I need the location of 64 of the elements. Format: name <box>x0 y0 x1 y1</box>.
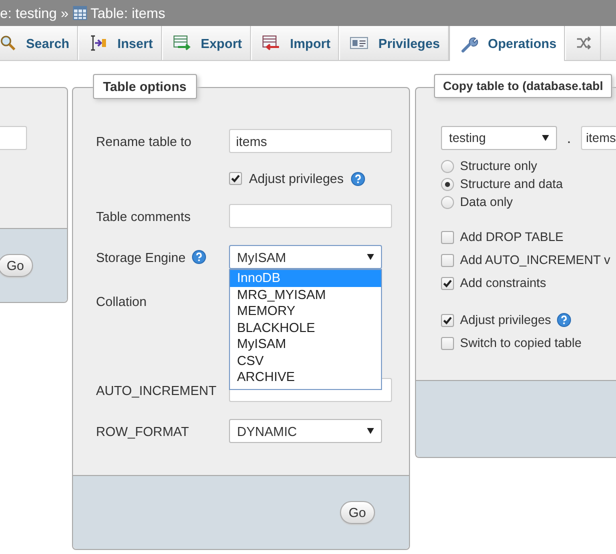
tab[interactable]: Privileges <box>339 26 449 60</box>
wrench-icon <box>460 34 478 52</box>
checkbox[interactable] <box>441 230 454 244</box>
table-arrow-icon <box>89 35 108 51</box>
panel-title: Table options <box>93 74 197 99</box>
checkbox[interactable] <box>441 254 454 266</box>
tab[interactable]: Search <box>0 26 78 60</box>
dropdown-option[interactable]: BLACKHOLE <box>230 320 381 336</box>
caret-icon <box>367 254 374 260</box>
text-field[interactable]: items <box>581 126 616 150</box>
radio-button[interactable] <box>441 178 454 190</box>
radio-label: Structure only <box>460 159 538 173</box>
radio-button[interactable] <box>441 160 454 172</box>
table-icon <box>72 6 86 20</box>
field-label: AUTO_INCREMENT <box>96 382 216 398</box>
radio-label: Data only <box>460 195 513 209</box>
search-icon <box>0 35 16 51</box>
field-label: Table comments <box>96 208 191 224</box>
table-arrow-icon <box>262 35 280 51</box>
field-label: Storage Engine <box>96 250 186 264</box>
select-field[interactable]: DYNAMIC <box>229 419 382 443</box>
dropdown-option[interactable]: ARCHIVE <box>230 369 381 386</box>
checkbox-label: Add DROP TABLE <box>460 230 564 244</box>
id-card-icon <box>350 36 368 50</box>
text-field[interactable]: items <box>229 129 392 153</box>
breadcrumb-link[interactable]: e: testing » <box>0 5 68 21</box>
checkbox-label: Adjust privileges <box>460 313 552 327</box>
panel-title: Copy table to (database.tabl <box>434 74 612 98</box>
breadcrumb-link[interactable]: Table: items <box>90 5 166 21</box>
tab[interactable]: Insert <box>78 26 162 60</box>
field-label: ROW_FORMAT <box>96 424 189 438</box>
radio-button[interactable] <box>441 196 454 208</box>
checkbox[interactable] <box>441 314 454 326</box>
dropdown-option[interactable]: MyISAM <box>230 336 381 352</box>
checkbox-label: Adjust privileges <box>249 171 344 186</box>
checkbox-label: Add constraints <box>460 276 546 290</box>
help-icon[interactable] <box>192 250 206 264</box>
table-arrow-icon <box>172 35 191 51</box>
select-field[interactable]: MyISAM <box>229 245 382 269</box>
text-field[interactable] <box>229 204 392 228</box>
checkbox[interactable] <box>441 336 454 350</box>
shuffle-icon <box>576 36 592 50</box>
go-button[interactable]: Go <box>340 501 375 524</box>
checkbox-label: Add AUTO_INCREMENT v <box>460 253 610 267</box>
field-label: Rename table to <box>96 134 192 148</box>
help-icon[interactable] <box>350 172 365 186</box>
select-field[interactable]: testing <box>441 126 557 150</box>
dropdown-option[interactable]: MRG_MYISAM <box>230 286 381 303</box>
tab[interactable]: Import <box>250 26 340 60</box>
caret-icon <box>367 428 374 434</box>
checkbox[interactable] <box>441 276 454 290</box>
dropdown-option[interactable]: MEMORY <box>230 303 381 320</box>
caret-icon <box>542 135 549 141</box>
go-button[interactable]: Go <box>0 254 33 277</box>
checkbox-label: Switch to copied table <box>460 336 582 350</box>
tab[interactable] <box>565 26 602 60</box>
checkbox[interactable] <box>229 172 242 185</box>
help-icon[interactable] <box>557 313 572 327</box>
tab[interactable]: Operations <box>448 26 566 61</box>
dropdown-option[interactable]: CSV <box>230 352 381 369</box>
tab[interactable]: Export <box>162 26 251 60</box>
field-label: Collation <box>96 294 147 309</box>
separator-text: . <box>566 130 572 146</box>
radio-label: Structure and data <box>460 177 563 191</box>
